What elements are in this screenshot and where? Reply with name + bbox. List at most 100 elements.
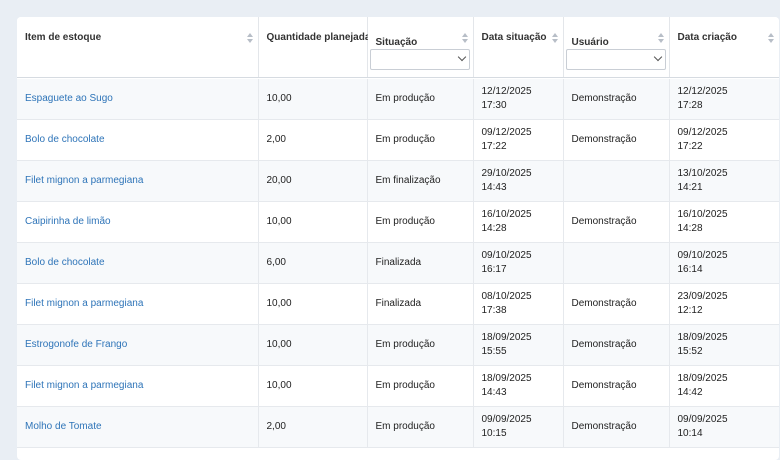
status-date-text: 18/09/2025 bbox=[481, 332, 532, 343]
created-time-text: 16:14 bbox=[677, 264, 703, 275]
created-time-text: 15:52 bbox=[677, 346, 703, 357]
status-time-text: 17:22 bbox=[481, 141, 507, 152]
sort-icon[interactable] bbox=[246, 33, 253, 45]
user-text: Demonstração bbox=[571, 298, 637, 309]
created-date-text: 23/09/2025 bbox=[677, 291, 728, 302]
quantity-cell: 10,00 bbox=[258, 365, 368, 407]
status-text: Finalizada bbox=[375, 257, 422, 268]
column-header-user[interactable]: Usuário bbox=[563, 17, 670, 78]
status-cell: Finalizada bbox=[367, 283, 474, 325]
table-row[interactable]: Molho de Tomate 2,00 Em produção 09/09/2… bbox=[17, 406, 779, 448]
table-row[interactable]: Bolo de chocolate 2,00 Em produção 09/12… bbox=[17, 119, 779, 161]
table-row[interactable]: Bolo de chocolate 6,00 Finalizada 09/10/… bbox=[17, 242, 779, 284]
created-date-cell: 18/09/2025 14:42 bbox=[669, 365, 779, 407]
item-link[interactable]: Molho de Tomate bbox=[17, 406, 259, 448]
item-text[interactable]: Bolo de chocolate bbox=[25, 257, 105, 268]
item-link[interactable]: Filet mignon a parmegiana bbox=[17, 160, 259, 202]
created-time-text: 10:14 bbox=[677, 428, 703, 439]
table-row[interactable]: Espaguete ao Sugo 10,00 Em produção 12/1… bbox=[17, 79, 779, 120]
user-text: Demonstração bbox=[571, 216, 637, 227]
user-text: Demonstração bbox=[571, 380, 637, 391]
status-cell: Em produção bbox=[367, 324, 474, 366]
sort-icon[interactable] bbox=[767, 33, 774, 45]
created-date-cell: 13/10/2025 14:21 bbox=[669, 160, 779, 202]
status-date-cell: 09/09/2025 10:15 bbox=[473, 406, 564, 448]
status-date-cell: 29/10/2025 14:43 bbox=[473, 160, 564, 202]
status-text: Em produção bbox=[375, 93, 435, 104]
created-time-text: 14:28 bbox=[677, 223, 703, 234]
qty-text: 10,00 bbox=[266, 298, 292, 309]
item-text[interactable]: Molho de Tomate bbox=[25, 421, 102, 432]
status-cell: Em produção bbox=[367, 365, 474, 407]
created-time-text: 12:12 bbox=[677, 305, 703, 316]
table-row[interactable]: Caipirinha de limão 10,00 Em produção 16… bbox=[17, 201, 779, 243]
quantity-cell: 6,00 bbox=[258, 242, 368, 284]
status-cell: Em produção bbox=[367, 406, 474, 448]
item-text[interactable]: Bolo de chocolate bbox=[25, 134, 105, 145]
column-header-status[interactable]: Situação bbox=[367, 17, 474, 78]
status-text: Em produção bbox=[375, 380, 435, 391]
item-text[interactable]: Estrogonofe de Frango bbox=[25, 339, 127, 350]
created-date-text: 09/12/2025 bbox=[677, 127, 728, 138]
qty-text: 20,00 bbox=[266, 175, 292, 186]
header-row: Item de estoque Quantidade planejada Sit… bbox=[17, 17, 779, 78]
status-date-cell: 09/12/2025 17:22 bbox=[473, 119, 564, 161]
column-header-created-date[interactable]: Data criação bbox=[669, 17, 779, 78]
status-date-text: 09/09/2025 bbox=[481, 414, 532, 425]
created-time-text: 17:28 bbox=[677, 100, 703, 111]
column-header-status-date[interactable]: Data situação bbox=[473, 17, 564, 78]
user-cell: Demonstração bbox=[563, 119, 670, 161]
table-row[interactable]: Estrogonofe de Frango 10,00 Em produção … bbox=[17, 324, 779, 366]
sort-icon[interactable] bbox=[461, 33, 468, 45]
item-link[interactable]: Filet mignon a parmegiana bbox=[17, 283, 259, 325]
quantity-cell: 2,00 bbox=[258, 119, 368, 161]
qty-text: 2,00 bbox=[266, 421, 286, 432]
item-text[interactable]: Caipirinha de limão bbox=[25, 216, 111, 227]
table-row[interactable]: Filet mignon a parmegiana 20,00 Em final… bbox=[17, 160, 779, 202]
item-text[interactable]: Filet mignon a parmegiana bbox=[25, 298, 143, 309]
table-row[interactable]: Filet mignon a parmegiana 10,00 Em produ… bbox=[17, 365, 779, 407]
qty-text: 10,00 bbox=[266, 380, 292, 391]
status-date-cell: 18/09/2025 15:55 bbox=[473, 324, 564, 366]
item-link[interactable]: Filet mignon a parmegiana bbox=[17, 365, 259, 407]
item-link[interactable]: Estrogonofe de Frango bbox=[17, 324, 259, 366]
status-date-cell: 16/10/2025 14:28 bbox=[473, 201, 564, 243]
user-filter-select[interactable] bbox=[565, 49, 666, 70]
production-orders-table: Item de estoque Quantidade planejada Sit… bbox=[17, 17, 779, 448]
item-link[interactable]: Caipirinha de limão bbox=[17, 201, 259, 243]
item-link[interactable]: Espaguete ao Sugo bbox=[17, 79, 259, 120]
status-date-cell: 18/09/2025 14:43 bbox=[473, 365, 564, 407]
column-header-quantity[interactable]: Quantidade planejada bbox=[258, 17, 370, 78]
item-text[interactable]: Filet mignon a parmegiana bbox=[25, 175, 143, 186]
qty-text: 10,00 bbox=[266, 216, 292, 227]
created-date-text: 12/12/2025 bbox=[677, 86, 728, 97]
status-time-text: 14:43 bbox=[481, 387, 507, 398]
user-text: Demonstração bbox=[571, 339, 637, 350]
column-header-label: Data situação bbox=[481, 32, 547, 43]
user-cell: Demonstração bbox=[563, 79, 670, 120]
table-row[interactable]: Filet mignon a parmegiana 10,00 Finaliza… bbox=[17, 283, 779, 325]
user-text: Demonstração bbox=[571, 134, 637, 145]
created-date-cell: 09/12/2025 17:22 bbox=[669, 119, 779, 161]
quantity-cell: 10,00 bbox=[258, 201, 368, 243]
created-date-cell: 09/09/2025 10:14 bbox=[669, 406, 779, 448]
status-time-text: 16:17 bbox=[481, 264, 507, 275]
chevron-down-icon bbox=[653, 52, 662, 62]
status-filter-select[interactable] bbox=[369, 49, 470, 70]
created-date-text: 09/09/2025 bbox=[677, 414, 728, 425]
sort-icon[interactable] bbox=[657, 33, 664, 45]
item-text[interactable]: Espaguete ao Sugo bbox=[25, 93, 113, 104]
user-text: Demonstração bbox=[571, 421, 637, 432]
status-date-text: 18/09/2025 bbox=[481, 373, 532, 384]
status-time-text: 15:55 bbox=[481, 346, 507, 357]
item-link[interactable]: Bolo de chocolate bbox=[17, 119, 259, 161]
qty-text: 6,00 bbox=[266, 257, 286, 268]
sort-icon[interactable] bbox=[551, 33, 558, 45]
column-header-item[interactable]: Item de estoque bbox=[17, 17, 259, 78]
item-text[interactable]: Filet mignon a parmegiana bbox=[25, 380, 143, 391]
status-date-text: 09/10/2025 bbox=[481, 250, 532, 261]
item-link[interactable]: Bolo de chocolate bbox=[17, 242, 259, 284]
status-cell: Em produção bbox=[367, 79, 474, 120]
created-time-text: 17:22 bbox=[677, 141, 703, 152]
user-cell bbox=[563, 160, 670, 202]
